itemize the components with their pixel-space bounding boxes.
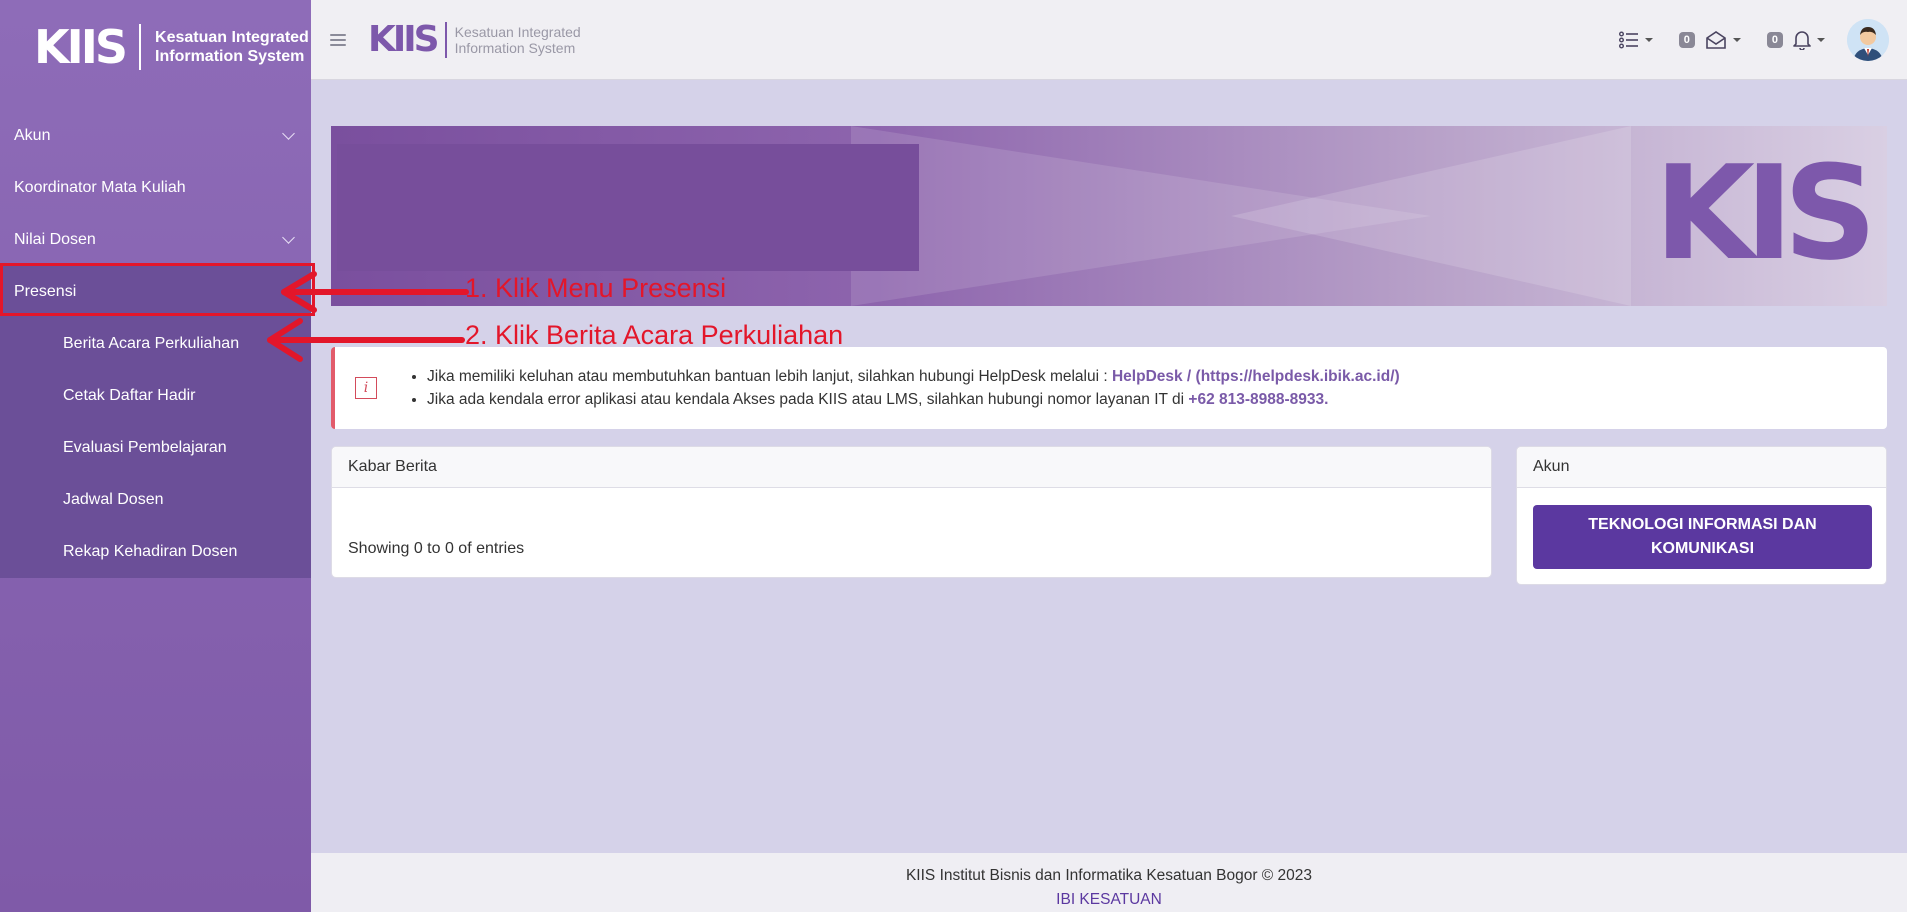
helpdesk-link[interactable]: HelpDesk / (https://helpdesk.ibik.ac.id/…	[1112, 368, 1400, 385]
caret-down-icon	[1817, 37, 1825, 42]
chevron-down-icon	[282, 127, 295, 140]
list-icon	[1618, 31, 1638, 48]
bell-icon	[1793, 30, 1811, 50]
banner-kis-logo: KIS	[1654, 137, 1877, 289]
brand-line-1: Kesatuan Integrated	[155, 29, 309, 46]
akun-card: Akun TEKNOLOGI INFORMASI DAN KOMUNIKASI	[1516, 446, 1887, 585]
brand-divider	[139, 24, 142, 70]
sidebar-item-label: Akun	[14, 127, 51, 144]
annotation-step-1: 1. Klik Menu Presensi	[465, 273, 727, 303]
annotation-highlight-box	[0, 263, 315, 316]
header-brand-line-2: Information System	[454, 39, 576, 56]
brand-line-2: Information System	[155, 48, 305, 65]
info-icon: i	[355, 377, 377, 399]
submenu-item-evaluasi-pembelajaran[interactable]: Evaluasi Pembelajaran	[0, 422, 311, 474]
messages-count-badge: 0	[1678, 31, 1695, 48]
alert-text: Jika memiliki keluhan atau membutuhkan b…	[427, 367, 1112, 385]
annotation-step-2: 2. Klik Berita Acara Perkuliahan	[465, 320, 844, 350]
sidebar-item-label: Koordinator Mata Kuliah	[14, 179, 186, 196]
info-alert: i Jika memiliki keluhan atau membutuhkan…	[331, 347, 1887, 429]
footer-org-link[interactable]: IBI KESATUAN	[311, 891, 1907, 909]
notifications-button[interactable]: 0	[1766, 30, 1825, 50]
sidebar-item-koordinator-mata-kuliah[interactable]: Koordinator Mata Kuliah	[0, 162, 311, 214]
presensi-submenu: Berita Acara Perkuliahan Cetak Daftar Ha…	[0, 318, 311, 578]
header-brand-text: Kesatuan Integrated Information System	[455, 24, 581, 56]
header-brand[interactable]: KIIS Kesatuan Integrated Information Sys…	[368, 18, 581, 60]
header-brand-divider	[444, 21, 447, 58]
news-card: Kabar Berita Showing 0 to 0 of entries	[331, 446, 1492, 578]
chevron-down-icon	[282, 231, 295, 244]
sidebar-menu: Akun Koordinator Mata Kuliah Nilai Dosen…	[0, 110, 311, 578]
sidebar: KIIS Kesatuan Integrated Information Sys…	[0, 0, 311, 912]
user-avatar-icon	[1847, 18, 1889, 61]
submenu-item-cetak-daftar-hadir[interactable]: Cetak Daftar Hadir	[0, 370, 311, 422]
sidebar-item-nilai-dosen[interactable]: Nilai Dosen	[0, 214, 311, 266]
entries-info: Showing 0 to 0 of entries	[348, 540, 525, 557]
caret-down-icon	[1644, 37, 1653, 42]
card-title: Kabar Berita	[332, 447, 1491, 488]
notifications-count-badge: 0	[1766, 31, 1783, 48]
it-phone-number: +62 813-8988-8933.	[1188, 390, 1329, 408]
alert-item-it-service: Jika ada kendala error aplikasi atau ken…	[427, 391, 1400, 409]
kiis-logo: KIIS	[34, 20, 128, 74]
program-study-button[interactable]: TEKNOLOGI INFORMASI DAN KOMUNIKASI	[1533, 505, 1872, 569]
alert-text: Jika ada kendala error aplikasi atau ken…	[427, 390, 1189, 408]
alert-item-helpdesk: Jika memiliki keluhan atau membutuhkan b…	[427, 368, 1400, 386]
page-footer: KIIS Institut Bisnis dan Informatika Kes…	[311, 853, 1907, 912]
submenu-item-berita-acara-perkuliahan[interactable]: Berita Acara Perkuliahan	[0, 318, 311, 370]
sidebar-item-label: Nilai Dosen	[14, 231, 96, 248]
card-title: Akun	[1517, 447, 1886, 488]
footer-copyright: KIIS Institut Bisnis dan Informatika Kes…	[905, 867, 1313, 884]
top-header: KIIS Kesatuan Integrated Information Sys…	[311, 0, 1907, 80]
caret-down-icon	[1732, 37, 1741, 42]
hamburger-menu-icon[interactable]	[330, 33, 346, 46]
sidebar-item-akun[interactable]: Akun	[0, 110, 311, 162]
brand-text: Kesatuan Integrated Information System	[155, 28, 309, 66]
submenu-item-rekap-kehadiran-dosen[interactable]: Rekap Kehadiran Dosen	[0, 526, 311, 578]
submenu-item-jadwal-dosen[interactable]: Jadwal Dosen	[0, 474, 311, 526]
header-actions: 0 0	[1618, 18, 1889, 61]
messages-button[interactable]: 0	[1678, 30, 1741, 50]
header-kiis-logo: KIIS	[368, 18, 440, 60]
list-menu-button[interactable]	[1618, 31, 1653, 49]
user-avatar[interactable]	[1847, 18, 1889, 61]
alert-list: Jika memiliki keluhan atau membutuhkan b…	[409, 363, 1400, 414]
banner-panel	[337, 144, 919, 271]
sidebar-brand[interactable]: KIIS Kesatuan Integrated Information Sys…	[0, 0, 311, 94]
banner-shape	[1231, 126, 1631, 306]
envelope-open-icon	[1706, 30, 1726, 49]
header-brand-line-1: Kesatuan Integrated	[454, 23, 581, 40]
